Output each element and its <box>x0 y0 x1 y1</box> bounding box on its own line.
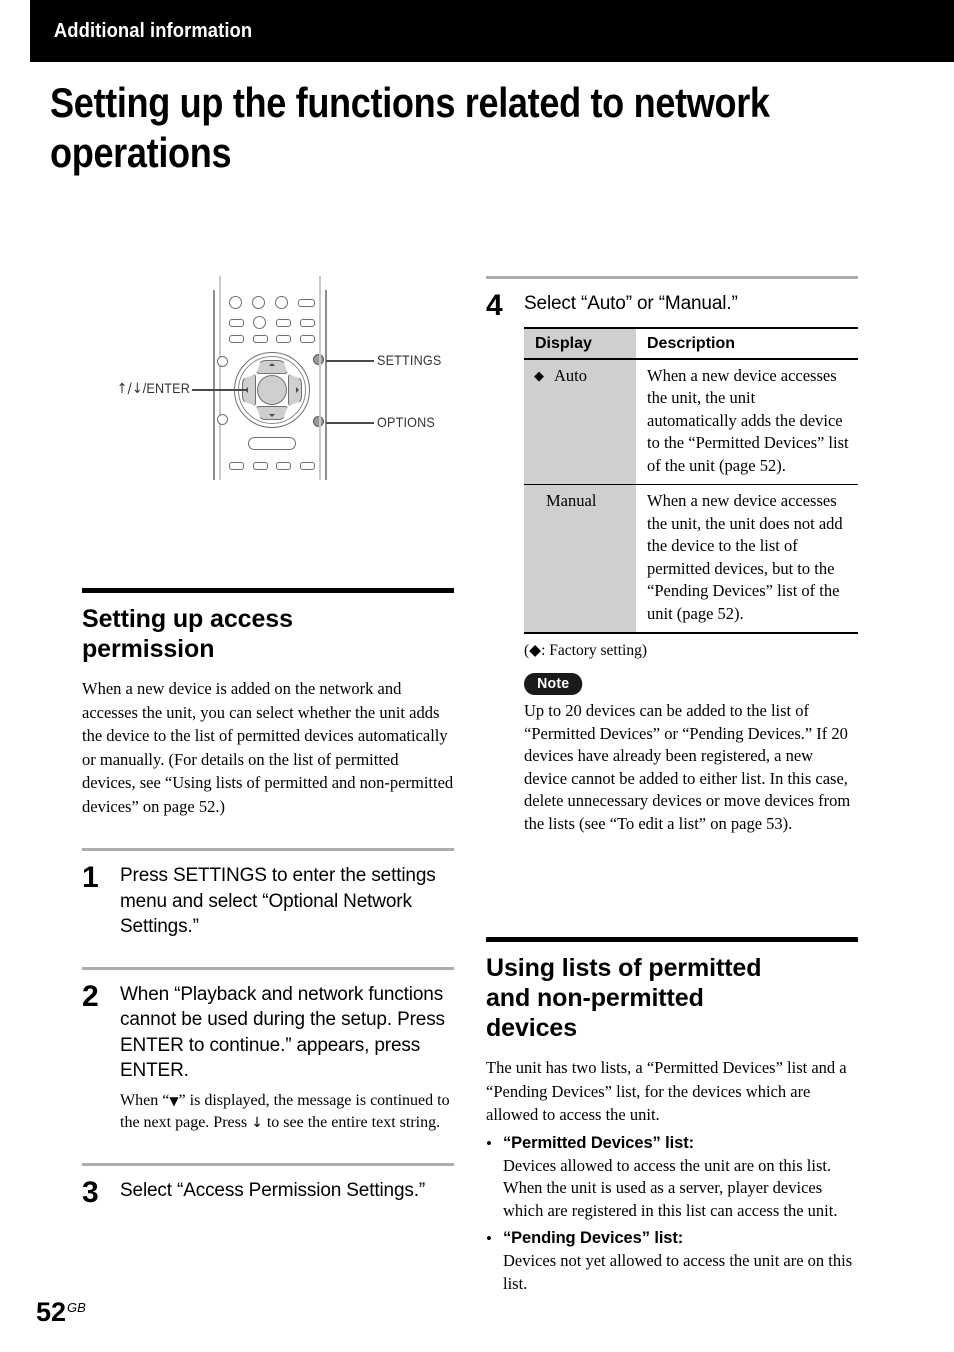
page-number-suffix: GB <box>67 1300 86 1315</box>
remote-round-button-icon <box>229 296 242 309</box>
step-subtext-part-3: to see the entire text string. <box>262 1114 441 1131</box>
factory-setting-legend: (◆: Factory setting) <box>524 642 647 659</box>
remote-rect-button-icon <box>299 335 315 343</box>
table-header-row: Display Description <box>524 326 858 360</box>
dpad-up-arrow-icon <box>269 363 275 366</box>
list-item-title: “Permitted Devices” list: <box>503 1133 694 1152</box>
step-4: 4 Select “Auto” or “Manual.” Display Des… <box>486 276 858 835</box>
list-item-title: “Pending Devices” list: <box>503 1229 684 1247</box>
section-heading-device-lists: Using lists of permitted and non-permitt… <box>486 954 762 1042</box>
remote-rect-button-icon <box>252 335 268 343</box>
step-number: 1 <box>82 861 99 894</box>
section-rule <box>486 937 858 942</box>
remote-button-row-3 <box>229 335 315 343</box>
remote-oval-button-icon <box>248 437 296 450</box>
table-cell-display: ◆ Auto <box>524 358 636 485</box>
list-item: • “Pending Devices” list: Devices not ye… <box>486 1227 858 1295</box>
remote-round-button-icon <box>253 316 267 329</box>
step-subtext-part-1: When “ <box>120 1091 170 1109</box>
up-down-arrow-icon: ↑/↓ <box>116 381 143 397</box>
dpad-enter-button <box>257 375 287 405</box>
access-permission-section: Setting up access permission When a new … <box>82 588 454 818</box>
step-number: 2 <box>82 979 99 1013</box>
step-3: 3 Select “Access Permission Settings.” <box>82 1162 454 1209</box>
down-arrow-icon: ↓ <box>251 1115 263 1131</box>
dpad-right-segment <box>288 374 302 406</box>
table-header-description: Description <box>636 326 858 360</box>
display-options-table: Display Description ◆ Auto When a new dev… <box>524 326 858 635</box>
section-intro-text: The unit has two lists, a “Permitted Dev… <box>486 1058 847 1124</box>
list-item: • “Permitted Devices” list: Devices allo… <box>486 1132 858 1223</box>
step-2: 2 When “Playback and network functions c… <box>82 966 454 1135</box>
note-badge: Note <box>524 673 583 695</box>
dpad-down-segment <box>256 406 288 420</box>
dpad-callout-label: ↑/↓/ENTER <box>84 380 190 397</box>
section-heading-access-permission: Setting up access permission <box>82 605 293 663</box>
running-header-title: Additional information <box>53 19 253 42</box>
remote-round-button-icon <box>252 296 265 309</box>
remote-button-row-1 <box>229 296 315 309</box>
remote-rect-button-icon <box>275 318 291 327</box>
settings-button-icon <box>313 354 324 365</box>
table-row: ◆ Auto When a new device accesses the uni… <box>524 358 858 485</box>
page-footer: 52 GB <box>36 1299 86 1326</box>
step-number: 4 <box>486 289 503 322</box>
step-text: Press SETTINGS to enter the settings men… <box>120 865 436 937</box>
step-text: Select “Access Permission Settings.” <box>120 1179 426 1201</box>
factory-setting-diamond-icon: ◆ <box>534 367 544 383</box>
table-row: Manual When a new device accesses the un… <box>524 484 858 634</box>
table-cell-description: When a new device accesses the unit, the… <box>636 484 858 634</box>
remote-rect-button-icon <box>299 318 315 327</box>
dpad-callout-text: /ENTER <box>142 380 190 396</box>
right-column: 4 Select “Auto” or “Manual.” Display Des… <box>486 276 858 1295</box>
step-subtext: When “▼” is displayed, the message is co… <box>120 1090 454 1135</box>
remote-rect-button-icon <box>299 462 315 470</box>
remote-rect-button-icon <box>252 462 268 470</box>
table-cell-description: When a new device accesses the unit, the… <box>647 365 849 475</box>
remote-rect-button-icon <box>276 462 292 470</box>
remote-side-button-icon <box>217 414 228 425</box>
table-header-display: Display <box>524 326 636 360</box>
scroll-down-indicator-icon: ▼ <box>169 1093 179 1108</box>
step-text: Select “Auto” or “Manual.” <box>524 293 738 314</box>
section-rule <box>82 588 454 593</box>
remote-rect-button-icon <box>229 318 244 327</box>
settings-callout-label: SETTINGS <box>377 352 442 368</box>
remote-round-button-icon <box>275 296 288 309</box>
settings-callout-line <box>326 360 374 362</box>
remote-button-row-2 <box>229 316 315 329</box>
dpad-right-arrow-icon <box>296 387 299 393</box>
device-lists-section: Using lists of permitted and non-permitt… <box>486 937 858 1295</box>
remote-rect-button-icon <box>276 335 292 343</box>
note-text: Up to 20 devices can be added to the lis… <box>524 701 851 833</box>
remote-button-row-4 <box>229 462 315 470</box>
options-button-icon <box>313 416 324 427</box>
list-item-text: Devices allowed to access the unit are o… <box>503 1155 838 1220</box>
bullet-dot-icon: • <box>486 1133 492 1153</box>
step-text: When “Playback and network functions can… <box>120 983 445 1082</box>
table-cell-display: Manual <box>524 484 636 634</box>
page-title: Setting up the functions related to netw… <box>50 79 770 176</box>
step-1: 1 Press SETTINGS to enter the settings m… <box>82 848 454 940</box>
section-intro-text: When a new device is added on the networ… <box>82 679 454 816</box>
running-header: Additional information <box>30 0 954 62</box>
page-number: 52 <box>36 1297 67 1327</box>
dpad-down-arrow-icon <box>269 414 275 417</box>
options-callout-label: OPTIONS <box>377 414 435 430</box>
remote-control-body <box>213 276 327 480</box>
table-cell-display-label: Auto <box>554 365 587 385</box>
remote-side-button-icon <box>217 356 228 367</box>
step-number: 3 <box>82 1175 99 1209</box>
options-callout-line <box>326 422 374 424</box>
remote-rect-button-icon <box>229 335 244 343</box>
remote-rect-button-icon <box>229 462 244 470</box>
remote-rect-button-icon <box>298 298 315 307</box>
bullet-dot-icon: • <box>486 1229 492 1248</box>
list-item-text: Devices not yet allowed to access the un… <box>503 1251 853 1293</box>
dpad-callout-line <box>192 389 247 391</box>
left-column: ↑/↓/ENTER SETTINGS OPTIONS Setting up ac… <box>82 276 454 1208</box>
remote-control-figure: ↑/↓/ENTER SETTINGS OPTIONS <box>82 276 454 576</box>
